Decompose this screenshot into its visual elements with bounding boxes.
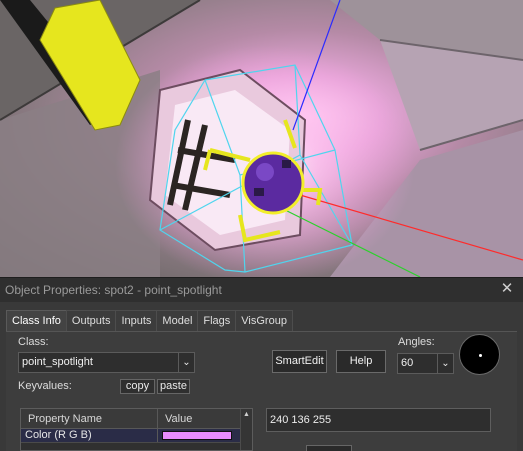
class-select[interactable]: point_spotlight ⌄ bbox=[18, 352, 195, 373]
class-label: Class: bbox=[18, 336, 49, 348]
viewport-scene bbox=[0, 0, 523, 277]
spotlight-detail bbox=[282, 160, 291, 168]
keyvalues-label: Keyvalues: bbox=[18, 380, 72, 392]
chevron-down-icon[interactable]: ⌄ bbox=[437, 354, 453, 373]
spotlight-detail bbox=[254, 188, 264, 196]
pick-color-button[interactable] bbox=[306, 445, 352, 451]
column-header-property-name[interactable]: Property Name bbox=[21, 409, 158, 428]
spotlight-highlight bbox=[256, 163, 274, 181]
angle-dial-center bbox=[479, 354, 482, 357]
tab-class-info[interactable]: Class Info bbox=[6, 310, 67, 332]
row-value bbox=[158, 429, 232, 442]
tab-outputs[interactable]: Outputs bbox=[65, 310, 117, 331]
color-swatch[interactable] bbox=[162, 431, 232, 440]
column-header-value[interactable]: Value bbox=[158, 409, 192, 428]
angles-select[interactable]: 60 ⌄ bbox=[397, 353, 454, 374]
angles-label: Angles: bbox=[398, 336, 435, 348]
table-row[interactable]: Color (R G B) bbox=[21, 429, 252, 443]
close-icon[interactable]: ✕ bbox=[499, 281, 515, 297]
table-scrollbar[interactable]: ▲ bbox=[240, 409, 252, 450]
tab-inputs[interactable]: Inputs bbox=[115, 310, 158, 331]
table-header: Property Name Value bbox=[21, 409, 252, 429]
angle-dial-icon[interactable] bbox=[459, 334, 500, 375]
smartedit-button[interactable]: SmartEdit bbox=[272, 350, 327, 373]
scroll-up-icon[interactable]: ▲ bbox=[241, 409, 252, 421]
tab-flags[interactable]: Flags bbox=[197, 310, 237, 331]
tab-model[interactable]: Model bbox=[156, 310, 199, 331]
angles-value: 60 bbox=[401, 357, 414, 369]
class-select-value: point_spotlight bbox=[22, 356, 93, 368]
title-bar[interactable]: Object Properties: spot2 - point_spotlig… bbox=[0, 278, 523, 302]
spotlight-entity-sphere[interactable] bbox=[241, 151, 305, 215]
tab-visgroup[interactable]: VisGroup bbox=[235, 310, 293, 331]
chevron-down-icon[interactable]: ⌄ bbox=[178, 353, 194, 372]
tab-strip: Class Info Outputs Inputs Model Flags Vi… bbox=[6, 310, 293, 332]
help-button[interactable]: Help bbox=[336, 350, 386, 373]
row-property-name: Color (R G B) bbox=[21, 429, 158, 442]
keyvalues-table[interactable]: Property Name Value Color (R G B) ▲ bbox=[20, 408, 253, 451]
window-title: Object Properties: spot2 - point_spotlig… bbox=[5, 283, 222, 297]
paste-button[interactable]: paste bbox=[157, 379, 190, 394]
keyvalue-value-input[interactable]: 240 136 255 bbox=[266, 408, 491, 432]
3d-viewport[interactable] bbox=[0, 0, 523, 277]
copy-button[interactable]: copy bbox=[120, 379, 155, 394]
